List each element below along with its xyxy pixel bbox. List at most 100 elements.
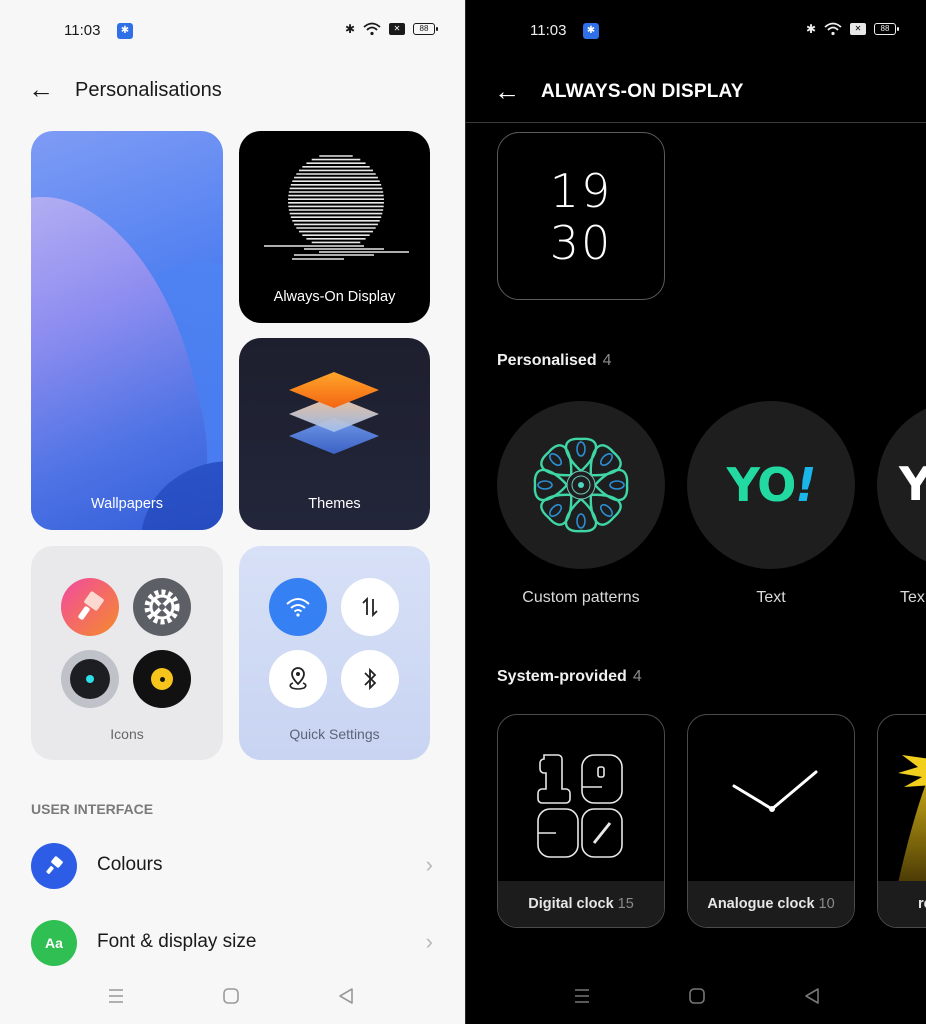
section-count: 4: [602, 352, 612, 369]
aod-analogue-clock-card[interactable]: Analogue clock 10: [687, 714, 855, 928]
yo-text-preview: YO!: [726, 458, 817, 512]
status-time: 11:03: [530, 22, 567, 39]
chevron-right-icon: ›: [425, 852, 433, 877]
layers-icon: [289, 372, 379, 454]
bluetooth-icon: ✱: [344, 22, 355, 36]
analogue-clock-preview: [732, 770, 818, 812]
tile-label: Always-On Display: [273, 289, 396, 305]
back-triangle-icon[interactable]: [334, 984, 358, 1008]
font-icon: Aa: [31, 920, 77, 966]
settings-gear-icon: [133, 578, 191, 636]
battery-icon: 88: [874, 23, 899, 35]
status-bar: 11:03 ✱ ✱ ✕ 88: [0, 18, 465, 44]
aod-digital-clock-card[interactable]: Digital clock 15: [497, 714, 665, 928]
divider: [466, 122, 926, 123]
app-bar: ← Personalisations: [0, 70, 465, 110]
always-on-display-screen: 11:03 ✱ ✱ ✕ 88 ← ALWAYS-ON DISPLAY 19 30…: [465, 0, 926, 1024]
navigation-bar: [0, 984, 465, 1008]
chevron-right-icon: ›: [425, 929, 433, 954]
aod-style-text-2[interactable]: Y Tex: [877, 401, 926, 607]
paintbrush-app-icon: [61, 578, 119, 636]
bird-illustration-preview: [898, 755, 926, 883]
tile-label: Icons: [110, 726, 144, 742]
nfc-icon: ✕: [850, 23, 866, 35]
paint-roller-icon: [31, 843, 77, 889]
page-title: Personalisations: [75, 78, 222, 101]
preview-hour: 19: [549, 164, 613, 218]
text-style-preview: Y: [877, 401, 926, 569]
layer-top: [289, 372, 379, 408]
list-item-label: Colours: [97, 854, 163, 875]
always-on-display-tile[interactable]: Always-On Display: [239, 131, 430, 323]
wallpapers-tile[interactable]: Wallpapers: [31, 131, 223, 530]
section-count: 4: [632, 668, 642, 685]
wifi-icon: [363, 22, 381, 36]
camera-app-icon: [61, 650, 119, 708]
list-item-colours[interactable]: Colours ›: [0, 836, 465, 896]
bluetooth-notification-icon: ✱: [583, 23, 599, 39]
card-label: Digital clock: [528, 896, 614, 912]
card-label: Custom patterns: [522, 589, 640, 606]
digital-clock-preview: [537, 754, 623, 858]
section-header-user-interface: USER INTERFACE: [31, 801, 154, 817]
app-bar: ← ALWAYS-ON DISPLAY: [466, 72, 926, 112]
navigation-bar: [466, 984, 926, 1008]
page-title: ALWAYS-ON DISPLAY: [541, 81, 744, 102]
section-header-system-provided: System-provided 4: [497, 668, 642, 686]
nfc-icon: ✕: [389, 23, 405, 35]
personalisations-screen: 11:03 ✱ ✱ ✕ 88 ← Personalisations Wallpa…: [0, 0, 465, 1024]
yo-text: YO: [726, 458, 797, 512]
status-icons: ✱ ✕ 88: [344, 22, 438, 36]
status-icons: ✱ ✕ 88: [805, 22, 899, 36]
card-footer: Digital clock 15: [498, 881, 664, 927]
recent-apps-icon[interactable]: [104, 984, 128, 1008]
themes-tile[interactable]: Themes: [239, 338, 430, 530]
bluetooth-icon: ✱: [805, 22, 816, 36]
mandala-center: [578, 482, 584, 488]
aod-illustration-card[interactable]: re: [877, 714, 926, 928]
aod-sun-icon: [264, 155, 409, 260]
home-icon[interactable]: [685, 984, 709, 1008]
back-triangle-icon[interactable]: [800, 984, 824, 1008]
status-bar: 11:03 ✱ ✱ ✕ 88: [466, 18, 926, 44]
icons-tile[interactable]: Icons: [31, 546, 223, 760]
section-title: System-provided: [497, 668, 627, 685]
card-label: re: [918, 896, 926, 912]
home-icon[interactable]: [219, 984, 243, 1008]
section-title: Personalised: [497, 352, 597, 369]
card-label: Analogue clock: [707, 896, 815, 912]
aod-style-text[interactable]: YO! Text: [687, 401, 855, 607]
y-text-preview: Y: [899, 457, 926, 511]
card-footer: re: [878, 881, 926, 927]
location-icon: [269, 650, 327, 708]
section-header-personalised: Personalised 4: [497, 352, 612, 370]
card-count: 10: [818, 896, 835, 912]
aod-current-preview[interactable]: 19 30: [497, 132, 665, 300]
aod-style-custom-patterns[interactable]: Custom patterns: [497, 401, 665, 607]
tile-label: Wallpapers: [91, 496, 163, 512]
back-arrow-icon[interactable]: ←: [28, 76, 54, 103]
bluetooth-notification-icon: ✱: [117, 23, 133, 39]
preview-minute: 30: [549, 216, 613, 270]
text-style-preview: YO!: [687, 401, 855, 569]
recent-apps-icon[interactable]: [570, 984, 594, 1008]
bluetooth-toggle-icon: [341, 650, 399, 708]
list-item-font-display-size[interactable]: Aa Font & display size ›: [0, 913, 465, 973]
custom-pattern-preview: [497, 401, 665, 569]
music-vinyl-icon: [133, 650, 191, 708]
wifi-icon: [824, 22, 842, 36]
tile-label: Themes: [308, 496, 361, 512]
mandala-pattern-icon: [533, 437, 629, 533]
wifi-toggle-icon: [269, 578, 327, 636]
yo-exclamation: !: [795, 458, 816, 512]
card-label: Text: [756, 589, 786, 606]
card-count: 15: [617, 896, 634, 912]
card-footer: Analogue clock 10: [688, 881, 854, 927]
battery-icon: 88: [413, 23, 438, 35]
status-time: 11:03: [64, 22, 101, 39]
tile-label: Quick Settings: [289, 726, 380, 742]
list-item-label: Font & display size: [97, 931, 257, 952]
quick-settings-tile[interactable]: Quick Settings: [239, 546, 430, 760]
mobile-data-icon: [341, 578, 399, 636]
back-arrow-icon[interactable]: ←: [494, 78, 520, 105]
